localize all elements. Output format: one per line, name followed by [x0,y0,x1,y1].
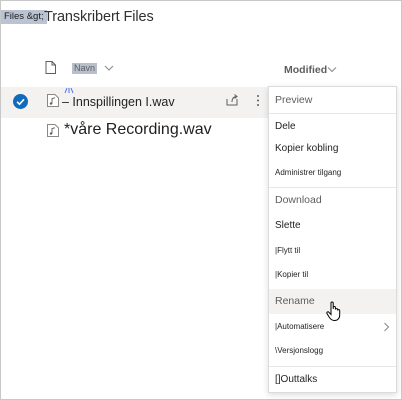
menu-item-version-history[interactable]: \Versjonslogg [269,338,396,363]
sparkle-icon [64,87,74,94]
menu-item-download[interactable]: Download [269,188,396,213]
menu-item-manage-access[interactable]: Administrer tilgang [269,160,396,185]
menu-item-delete[interactable]: Slette [269,213,396,238]
file-name[interactable]: *våre Recording.wav [64,121,212,139]
breadcrumb-previous[interactable]: Files &gt; [1,10,47,24]
audio-file-icon [47,124,59,137]
file-icon[interactable] [45,61,56,74]
audio-file-icon [47,94,59,107]
more-vertical-icon[interactable] [256,94,260,107]
column-header-name[interactable]: Navn [72,63,98,74]
share-icon[interactable] [226,94,238,106]
menu-item-outtalks[interactable]: []Outtalks [269,367,396,392]
checkmark-icon[interactable] [13,94,28,109]
menu-item-copy-to[interactable]: |Kopier til [269,262,396,287]
page-title: Transkribert Files [44,9,154,25]
menu-item-move-to[interactable]: |Flytt til [269,238,396,263]
file-name[interactable]: – Innspillingen I.wav [62,95,175,109]
chevron-right-icon [384,322,390,332]
context-menu: Preview Dele Kopier kobling Administrer … [268,86,397,393]
column-header-modified[interactable]: Modified [284,64,327,76]
chevron-down-icon[interactable] [104,64,114,72]
menu-item-copy-link[interactable]: Kopier kobling [269,136,396,161]
hand-pointer-cursor-icon [326,301,341,322]
menu-item-preview[interactable]: Preview [269,88,396,113]
chevron-down-icon[interactable] [327,66,337,73]
